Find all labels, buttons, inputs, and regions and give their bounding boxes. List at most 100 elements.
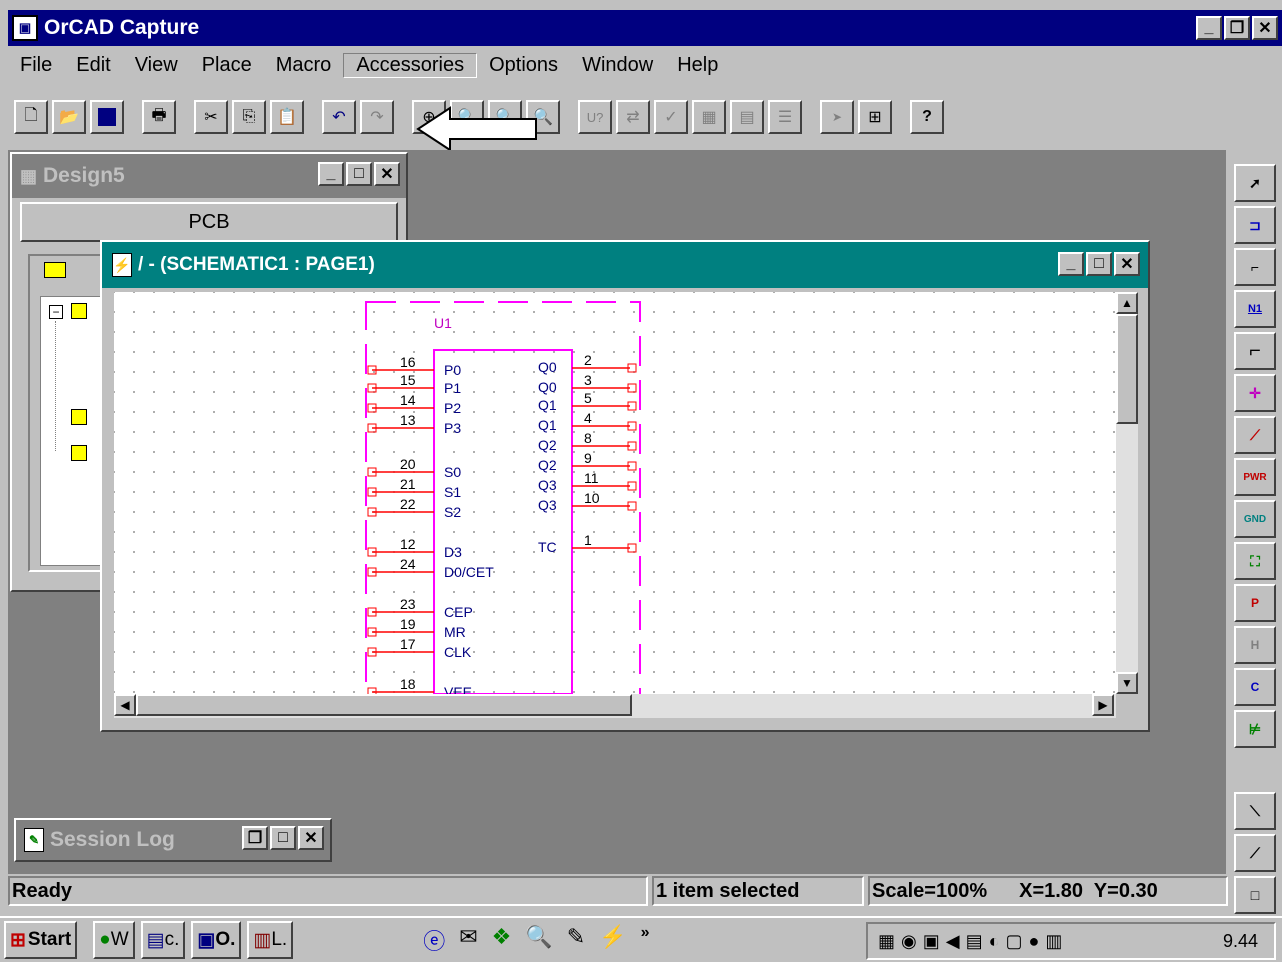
place-bus-icon[interactable]: ⌐	[1234, 332, 1276, 370]
tree-collapse-icon[interactable]: −	[49, 305, 63, 319]
menu-file[interactable]: File	[8, 54, 64, 77]
pin-name: CEP	[444, 604, 473, 620]
session-log-window[interactable]: ✎ Session Log ❐ □ ✕	[14, 818, 332, 862]
drc-icon[interactable]: ✓	[654, 100, 688, 134]
minimize-button[interactable]: _	[1196, 16, 1222, 40]
new-icon[interactable]: 🗋	[14, 100, 48, 134]
netlist-icon[interactable]: ▦	[692, 100, 726, 134]
pin-number: 19	[400, 616, 416, 632]
place-no-connect-icon[interactable]: ⊭	[1234, 710, 1276, 748]
help-icon[interactable]: ?	[910, 100, 944, 134]
taskbar-app-mx[interactable]: ● W	[93, 921, 135, 959]
place-wire-icon[interactable]: ⌐	[1234, 248, 1276, 286]
app-title: OrCAD Capture	[44, 16, 200, 39]
channels-icon[interactable]: ❖	[492, 924, 512, 956]
select-icon[interactable]: ➚	[1234, 164, 1276, 202]
main-toolbar: 🗋 📂 🖶 ✂ ⎘ 📋 ↶ ↷ ⊕ 🔍 🔍 🔍 U? ⇄ ✓ ▦ ▤ ☰ ➤ ⊞…	[8, 90, 1188, 144]
undo-icon[interactable]: ↶	[322, 100, 356, 134]
horizontal-scroll-thumb[interactable]	[136, 694, 632, 716]
menu-accessories[interactable]: Accessories	[343, 52, 478, 78]
place-junction-icon[interactable]: ✛	[1234, 374, 1276, 412]
pin-name: P0	[444, 362, 461, 378]
project-manager-icon[interactable]: ⊞	[858, 100, 892, 134]
horizontal-scrollbar[interactable]: ◀ ▶	[114, 694, 1116, 718]
folder-icon	[71, 409, 87, 425]
tray-icons[interactable]: ▦◉▣◀▤◐▢●▥	[878, 931, 1068, 952]
scroll-right-icon[interactable]: ▶	[1092, 694, 1114, 716]
place-bus-entry-icon[interactable]: ⟋	[1234, 416, 1276, 454]
place-rectangle-icon[interactable]: □	[1234, 876, 1276, 914]
paste-icon[interactable]: 📋	[270, 100, 304, 134]
place-ground-icon[interactable]: GND	[1234, 500, 1276, 538]
pin-name: D0/CET	[444, 564, 494, 580]
pin-number: 2	[584, 352, 592, 368]
ie-icon[interactable]: ⓔ	[423, 924, 445, 956]
pin-name: Q1	[538, 397, 557, 413]
place-off-page-connector-icon[interactable]: C	[1234, 668, 1276, 706]
back-annotate-icon[interactable]: ⇄	[616, 100, 650, 134]
snap-icon[interactable]: ➤	[820, 100, 854, 134]
open-icon[interactable]: 📂	[52, 100, 86, 134]
menu-view[interactable]: View	[123, 54, 190, 77]
taskbar-app-word[interactable]: ▤ c.	[140, 921, 186, 959]
session-log-title: Session Log	[50, 828, 175, 851]
menu-options[interactable]: Options	[477, 54, 570, 77]
schematic-minimize-button[interactable]: _	[1058, 252, 1084, 276]
draw-palette: ➚ ⊐ ⌐ N1 ⌐ ✛ ⟋ PWR GND ⛶ P H C ⊭ ⟍ ⟋ □	[1232, 156, 1280, 916]
scroll-up-icon[interactable]: ▲	[1116, 292, 1138, 314]
design-maximize-button[interactable]: □	[346, 162, 372, 186]
taskbar-app-orcad[interactable]: ▣ O.	[191, 921, 242, 959]
place-line-icon[interactable]: ⟍	[1234, 792, 1276, 830]
scroll-left-icon[interactable]: ◀	[114, 694, 136, 716]
menu-macro[interactable]: Macro	[264, 54, 344, 77]
place-hierarchical-pin-icon[interactable]: H	[1234, 626, 1276, 664]
schematic-close-button[interactable]: ✕	[1114, 252, 1140, 276]
start-button[interactable]: ⊞ Start	[4, 921, 78, 959]
session-close-button[interactable]: ✕	[298, 826, 324, 850]
menu-help[interactable]: Help	[665, 54, 730, 77]
tab-pcb[interactable]: PCB	[20, 202, 398, 242]
quick-launch: ⓔ ✉ ❖ 🔍 ✎ ⚡ »	[423, 924, 649, 956]
tree-line	[55, 321, 56, 451]
annotate-icon[interactable]: U?	[578, 100, 612, 134]
restore-button[interactable]: ❐	[1224, 16, 1250, 40]
tool-icon[interactable]: ✎	[567, 924, 585, 956]
pin-name: D3	[444, 544, 462, 560]
status-ready: Ready	[8, 876, 648, 906]
close-button[interactable]: ✕	[1252, 16, 1278, 40]
cross-ref-icon[interactable]: ▤	[730, 100, 764, 134]
vertical-scrollbar[interactable]: ▲ ▼	[1116, 292, 1138, 694]
find-icon[interactable]: 🔍	[525, 924, 552, 956]
orcad-capture-window: ▣ OrCAD Capture _ ❐ ✕ File Edit View Pla…	[0, 0, 1282, 962]
session-restore-button[interactable]: ❐	[242, 826, 268, 850]
pin-name: Q0	[538, 359, 557, 375]
print-icon[interactable]: 🖶	[142, 100, 176, 134]
place-part-icon[interactable]: ⊐	[1234, 206, 1276, 244]
design-close-button[interactable]: ✕	[374, 162, 400, 186]
layout-icon: ▥	[253, 929, 272, 951]
schematic-window[interactable]: ⚡ / - (SCHEMATIC1 : PAGE1) _ □ ✕ U1 16 P0 1…	[100, 240, 1150, 732]
scroll-down-icon[interactable]: ▼	[1116, 672, 1138, 694]
vertical-scroll-thumb[interactable]	[1116, 314, 1138, 424]
taskbar-app-layout[interactable]: ▥ L.	[247, 921, 294, 959]
design-minimize-button[interactable]: _	[318, 162, 344, 186]
save-icon[interactable]	[90, 100, 124, 134]
copy-icon[interactable]: ⎘	[232, 100, 266, 134]
bom-icon[interactable]: ☰	[768, 100, 802, 134]
menu-place[interactable]: Place	[190, 54, 264, 77]
schematic-maximize-button[interactable]: □	[1086, 252, 1112, 276]
more-icon[interactable]: »	[641, 924, 650, 956]
cut-icon[interactable]: ✂	[194, 100, 228, 134]
schematic-canvas[interactable]: U1 16 P0 15 P1 14 P2 13 P3 20 S0 21 S1 22 S2 12 D3 24 D0/C…	[114, 292, 1116, 694]
session-maximize-button[interactable]: □	[270, 826, 296, 850]
redo-icon[interactable]: ↷	[360, 100, 394, 134]
place-hierarchical-block-icon[interactable]: ⛶	[1234, 542, 1276, 580]
place-power-icon[interactable]: PWR	[1234, 458, 1276, 496]
place-polyline-icon[interactable]: ⟋	[1234, 834, 1276, 872]
place-net-alias-icon[interactable]: N1	[1234, 290, 1276, 328]
place-port-icon[interactable]: P	[1234, 584, 1276, 622]
winamp-icon[interactable]: ⚡	[599, 924, 626, 956]
outlook-icon[interactable]: ✉	[459, 924, 477, 956]
menu-window[interactable]: Window	[570, 54, 665, 77]
menu-edit[interactable]: Edit	[64, 54, 122, 77]
